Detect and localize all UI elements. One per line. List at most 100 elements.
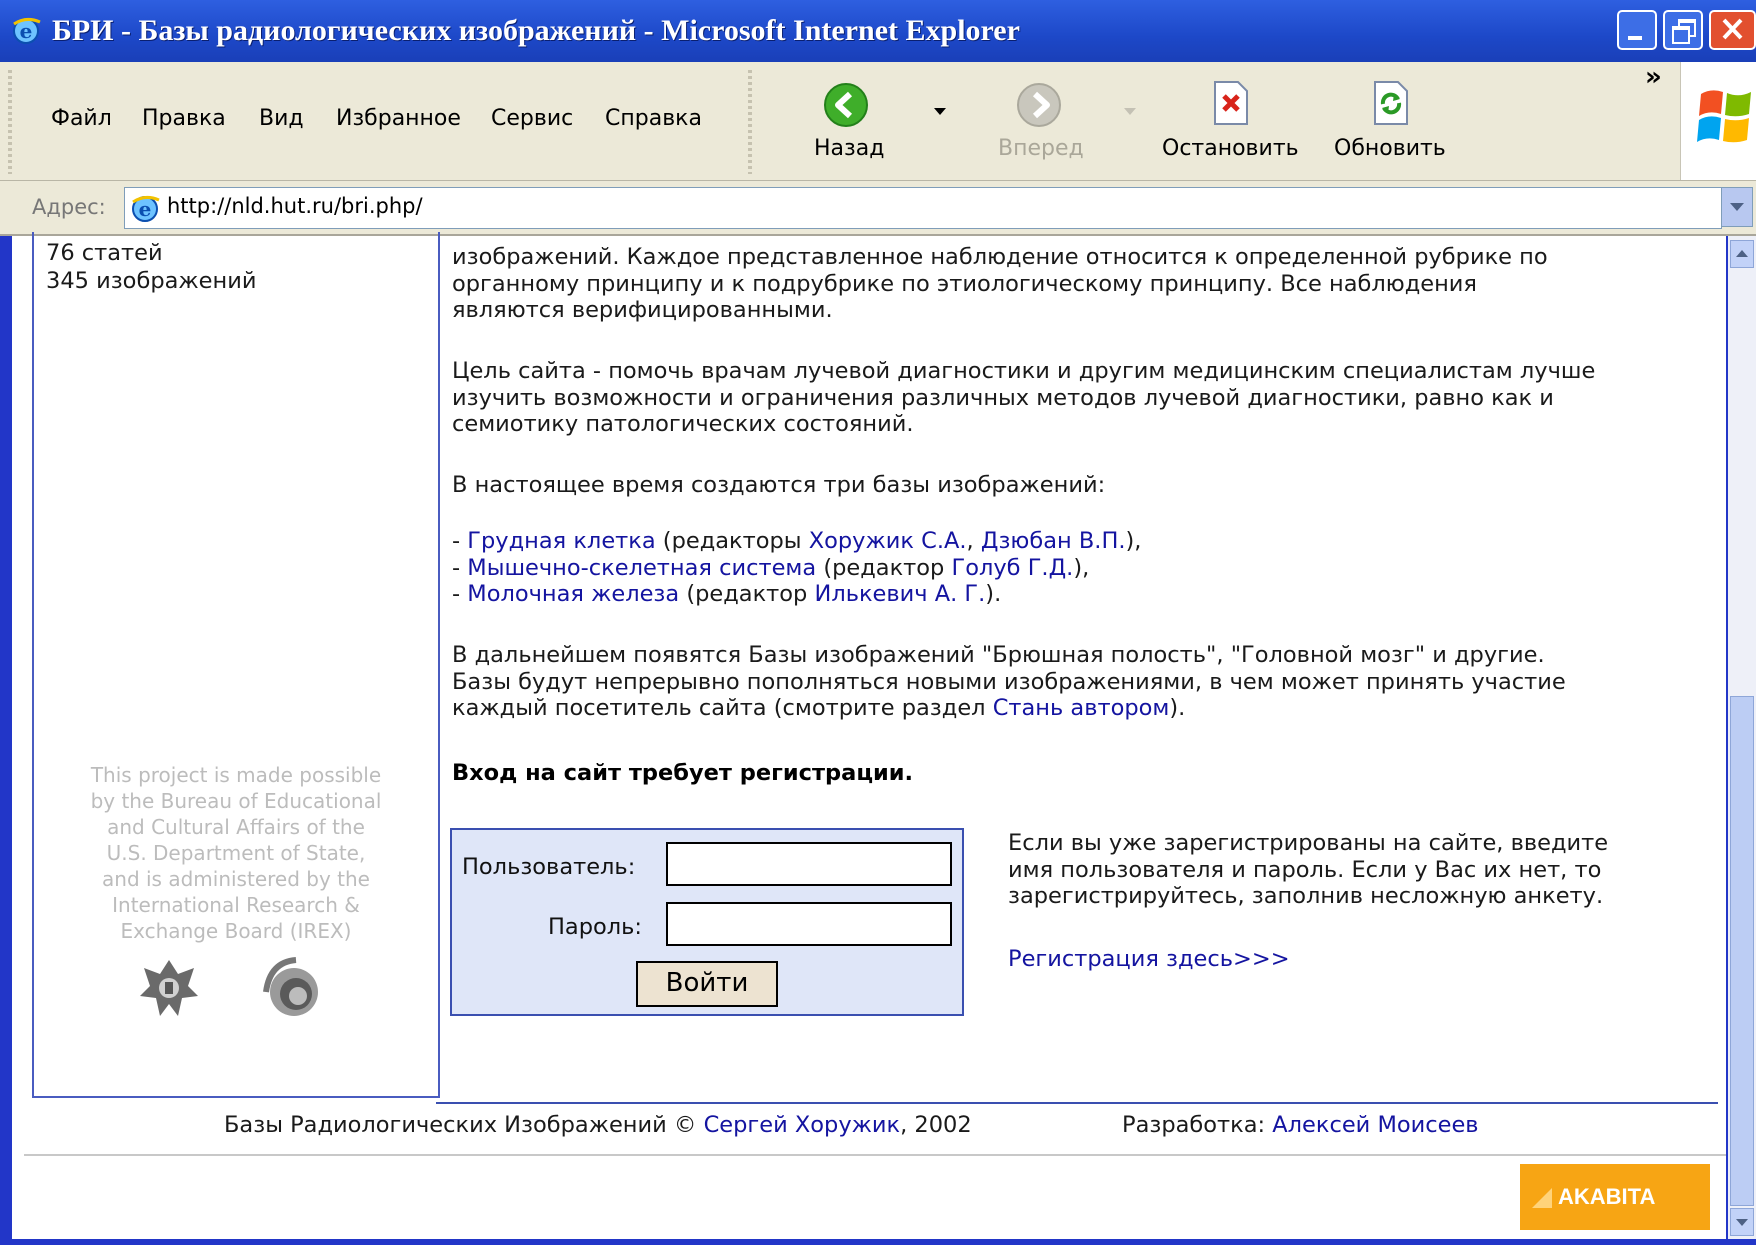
sponsor-line: and Cultural Affairs of the	[107, 815, 365, 839]
page-icon: e	[132, 195, 160, 222]
database-link-musculoskeletal[interactable]: Мышечно-скелетная система	[467, 555, 816, 581]
irex-logo-icon	[263, 957, 318, 1016]
page-content: 76 статей 345 изображений This project i…	[12, 232, 1726, 1239]
footer-year: , 2002	[900, 1112, 972, 1138]
menu-tools[interactable]: Сервис	[491, 106, 573, 131]
database-link-breast[interactable]: Молочная железа	[467, 581, 679, 607]
menu-favorites[interactable]: Избранное	[336, 106, 461, 131]
username-label: Пользователь:	[462, 854, 636, 880]
sponsor-line: U.S. Department of State,	[106, 841, 366, 865]
refresh-label: Обновить	[1334, 136, 1446, 161]
goal-line: изучить возможности и ограничения различ…	[452, 384, 1554, 411]
address-dropdown-button[interactable]	[1721, 187, 1753, 227]
back-dropdown-icon[interactable]	[934, 108, 946, 115]
stop-icon	[1214, 81, 1248, 125]
menu-edit[interactable]: Правка	[142, 106, 226, 131]
login-button[interactable]: Войти	[636, 961, 778, 1007]
register-link[interactable]: Регистрация здесь>>>	[1008, 946, 1290, 973]
refresh-icon	[1374, 81, 1408, 125]
databases-intro: В настоящее время создаются три базы изо…	[452, 472, 1106, 498]
menu-file[interactable]: Файл	[51, 106, 112, 131]
sponsor-line: by the Bureau of Educational	[90, 789, 382, 813]
database-link-chest[interactable]: Грудная клетка	[467, 528, 655, 554]
sponsor-note: This project is made possible by the Bur…	[34, 762, 438, 944]
password-input[interactable]	[666, 902, 952, 946]
goal-paragraph: Цель сайта - помочь врачам лучевой диагн…	[452, 358, 1722, 438]
database-item: - Мышечно-скелетная система (редактор Го…	[452, 554, 1090, 581]
back-label: Назад	[814, 136, 885, 161]
menu-view[interactable]: Вид	[259, 106, 304, 131]
login-info-line: имя пользователя и пароль. Если у Вас их…	[1008, 856, 1602, 883]
future-line: каждый посетитель сайта (смотрите раздел…	[452, 695, 1186, 721]
sidebar: 76 статей 345 изображений This project i…	[32, 232, 440, 1098]
developer-credit: Разработка: Алексей Моисеев	[1122, 1112, 1479, 1138]
developer-link[interactable]: Алексей Моисеев	[1272, 1112, 1478, 1138]
window-title: БРИ - Базы радиологических изображений -…	[52, 14, 1020, 47]
stop-button[interactable]: Остановить	[1160, 80, 1300, 170]
sponsor-line: International Research &	[112, 893, 360, 917]
akabita-logo-icon	[1532, 1188, 1552, 1208]
refresh-button[interactable]: Обновить	[1334, 80, 1454, 170]
akabita-label: AKABITA	[1558, 1184, 1656, 1209]
footer: Базы Радиологических Изображений © Серге…	[224, 1112, 972, 1139]
us-state-seal-icon	[140, 960, 198, 1016]
future-line: В дальнейшем появятся Базы изображений "…	[452, 642, 1545, 668]
toolbar-grip[interactable]	[748, 70, 752, 174]
menu-help[interactable]: Справка	[605, 106, 702, 131]
login-info-line: Если вы уже зарегистрированы на сайте, в…	[1008, 830, 1609, 856]
windows-logo	[1680, 62, 1756, 180]
editor-link[interactable]: Голуб Г.Д.	[951, 555, 1073, 581]
goal-line: семиотику патологических состояний.	[452, 411, 914, 437]
forward-dropdown-icon	[1124, 108, 1136, 115]
ie-logo-icon: e	[10, 14, 42, 46]
window-title-bar[interactable]: e БРИ - Базы радиологических изображений…	[0, 0, 1756, 62]
intro-line: органному принципу и к подрубрике по эти…	[452, 270, 1477, 297]
editor-link[interactable]: Илькевич А. Г.	[814, 581, 985, 607]
login-form: Пользователь: Пароль: Войти	[450, 828, 964, 1016]
login-required-heading: Вход на сайт требует регистрации.	[452, 760, 914, 786]
restore-button[interactable]	[1663, 10, 1703, 50]
forward-button[interactable]: Вперед	[996, 80, 1096, 170]
windows-flag-icon	[1697, 90, 1751, 143]
login-info-line: зарегистрируйтесь, заполнив несложную ан…	[1008, 883, 1604, 909]
akabita-badge[interactable]: AKABITA	[1520, 1164, 1710, 1230]
stop-label: Остановить	[1162, 136, 1299, 161]
scroll-up-button[interactable]	[1730, 240, 1754, 268]
vertical-scrollbar[interactable]	[1728, 236, 1756, 1239]
address-input[interactable]: e http://nld.hut.ru/bri.php/	[124, 187, 1722, 229]
toolbar-chevron[interactable]: »	[1645, 62, 1662, 92]
scroll-thumb[interactable]	[1730, 696, 1754, 1206]
future-paragraph: В дальнейшем появятся Базы изображений "…	[452, 642, 1722, 722]
login-info: Если вы уже зарегистрированы на сайте, в…	[1008, 830, 1708, 910]
database-list: - Грудная клетка (редакторы Хоружик С.А.…	[452, 528, 1722, 608]
author-link[interactable]: Сергей Хоружик	[704, 1112, 901, 1138]
scroll-down-button[interactable]	[1730, 1208, 1754, 1236]
forward-label: Вперед	[998, 136, 1084, 161]
become-author-link[interactable]: Стань автором	[993, 695, 1170, 721]
svg-text:e: e	[20, 19, 33, 43]
address-bar: Адрес: e http://nld.hut.ru/bri.php/	[0, 181, 1756, 236]
goal-line: Цель сайта - помочь врачам лучевой диагн…	[452, 358, 1596, 384]
intro-paragraph: изображений. Каждое представленное наблю…	[452, 244, 1722, 324]
back-arrow-icon	[824, 83, 868, 127]
toolbar-grip[interactable]	[8, 70, 12, 174]
svg-text:e: e	[139, 197, 152, 221]
minimize-button[interactable]	[1617, 10, 1657, 50]
footer-divider	[436, 1102, 1718, 1104]
future-line: Базы будут непрерывно пополняться новыми…	[452, 668, 1566, 695]
editor-link[interactable]: Хоружик С.А.	[809, 528, 967, 554]
sponsor-line: This project is made possible	[90, 763, 382, 787]
close-button[interactable]	[1709, 10, 1756, 50]
forward-arrow-icon	[1017, 83, 1061, 127]
page-bottom-divider	[24, 1154, 1726, 1156]
copyright-text: Базы Радиологических Изображений ©	[224, 1112, 704, 1138]
back-button[interactable]: Назад	[808, 80, 908, 170]
sponsor-line: Exchange Board (IREX)	[120, 919, 352, 943]
database-item: - Грудная клетка (редакторы Хоружик С.А.…	[452, 528, 1142, 554]
editor-link[interactable]: Дзюбан В.П.	[981, 528, 1126, 554]
intro-line: изображений. Каждое представленное наблю…	[452, 244, 1548, 270]
database-item: - Молочная железа (редактор Илькевич А. …	[452, 581, 1002, 607]
stat-images: 345 изображений	[46, 268, 257, 294]
username-input[interactable]	[666, 842, 952, 886]
address-url: http://nld.hut.ru/bri.php/	[167, 194, 423, 218]
